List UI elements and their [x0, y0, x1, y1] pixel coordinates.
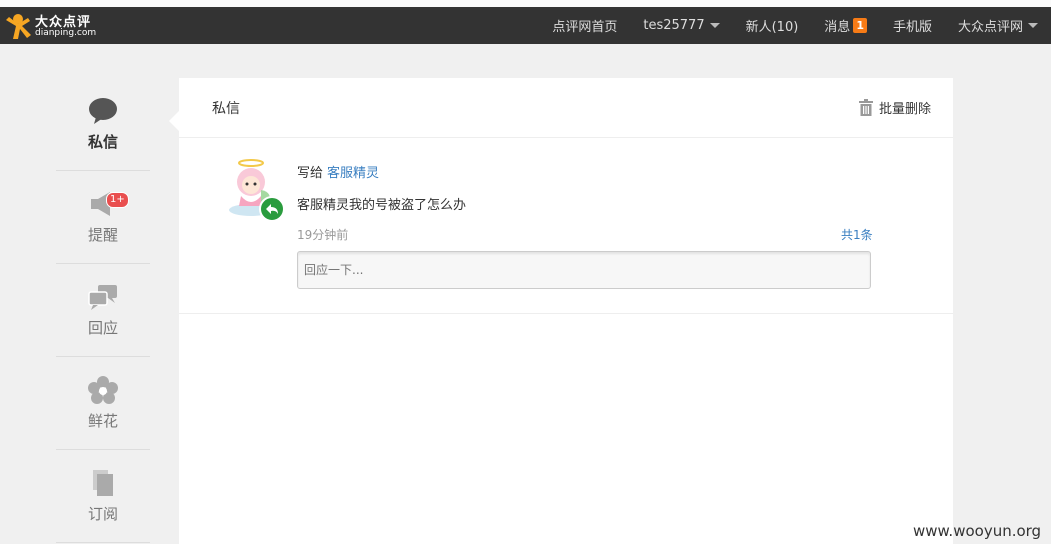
logo[interactable]: 大众点评 dianping.com [3, 11, 103, 41]
nav-new-people-link[interactable]: 新人(10) [733, 7, 812, 44]
sidebar-item-label: 订阅 [87, 504, 118, 523]
messages-panel: 私信 批量删除 写给 客服精灵 客服精灵我的号被盗了怎么办 19分钟前 共1条 … [169, 78, 953, 544]
dianping-logo-icon [6, 14, 31, 39]
message-total-link[interactable]: 共1条 [841, 226, 873, 243]
chevron-down-icon [1028, 23, 1038, 28]
reply-input[interactable] [297, 251, 871, 289]
sidebar-item-flowers[interactable]: 鲜花 [56, 357, 150, 450]
logo-en-text: dianping.com [35, 28, 97, 38]
nav-new-people-label: 新人(10) [745, 20, 799, 35]
panel-header: 私信 批量删除 [179, 78, 953, 138]
recipient-line: 写给 客服精灵 [297, 162, 379, 181]
nav-user-label: tes25777 [643, 18, 705, 33]
sidebar-item-label: 提醒 [87, 225, 118, 244]
flower-icon [88, 375, 118, 404]
sidebar-item-label: 回应 [87, 318, 118, 337]
panel-pointer [169, 111, 179, 131]
chevron-down-icon [709, 23, 720, 28]
page-title: 私信 [212, 101, 240, 117]
nav-site-label: 大众点评网 [957, 20, 1023, 35]
nav-user-dropdown[interactable]: tes25777 [630, 7, 732, 44]
recipient-link[interactable]: 客服精灵 [327, 166, 379, 181]
sidebar-item-responses[interactable]: 回应 [56, 264, 150, 357]
nav-messages-label: 消息 [824, 20, 851, 35]
top-nav-bar: 大众点评 dianping.com 点评网首页 tes25777 新人(10) … [0, 7, 1051, 44]
nav-home-link[interactable]: 点评网首页 [539, 7, 630, 44]
nav-messages-link[interactable]: 消息 1 [811, 7, 880, 44]
bulk-delete-label: 批量删除 [878, 102, 931, 117]
document-icon [93, 469, 113, 496]
bulk-delete-button[interactable]: 批量删除 [858, 98, 931, 117]
nav-mobile-label: 手机版 [892, 20, 932, 35]
sidebar-item-private-messages[interactable]: 私信 [56, 78, 150, 171]
trash-icon [858, 99, 873, 116]
sidebar-item-label: 鲜花 [87, 411, 118, 430]
reminders-count-badge: 1+ [106, 192, 129, 208]
messages-count-badge: 1 [853, 18, 867, 33]
header-nav: 点评网首页 tes25777 新人(10) 消息 1 手机版 大众点评网 [539, 7, 1051, 44]
chat-bubble-icon [89, 97, 117, 124]
nav-home-label: 点评网首页 [552, 20, 618, 35]
sidebar: 私信 1+ 提醒 回应 鲜花 订阅 [56, 78, 150, 543]
sidebar-item-subscriptions[interactable]: 订阅 [56, 450, 150, 543]
watermark-text: www.wooyun.org [913, 522, 1042, 540]
nav-mobile-link[interactable]: 手机版 [880, 7, 945, 44]
recipient-prefix: 写给 [297, 166, 324, 181]
nav-site-dropdown[interactable]: 大众点评网 [945, 7, 1051, 44]
reply-bubbles-icon [88, 284, 117, 310]
sidebar-item-reminders[interactable]: 1+ 提醒 [56, 171, 150, 264]
reply-arrow-icon [259, 196, 285, 222]
list-item: 写给 客服精灵 客服精灵我的号被盗了怎么办 19分钟前 共1条 [179, 138, 953, 314]
sidebar-item-label: 私信 [87, 132, 118, 151]
message-content: 客服精灵我的号被盗了怎么办 [297, 198, 467, 213]
message-time: 19分钟前 [297, 228, 349, 242]
